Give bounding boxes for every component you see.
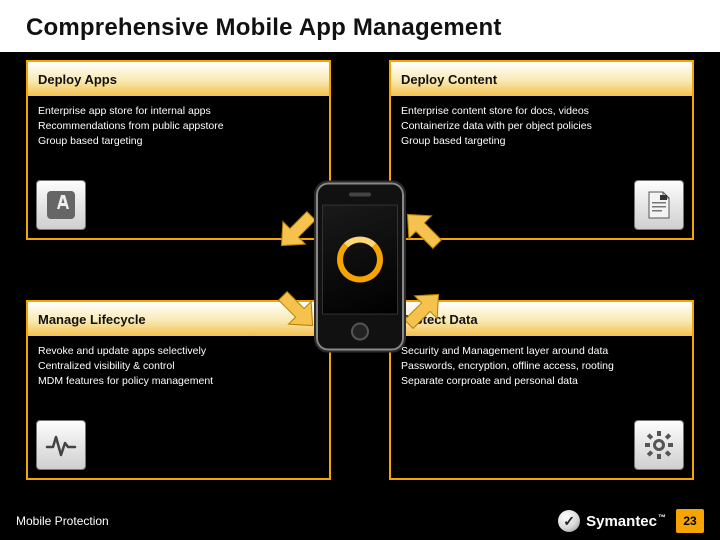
gear-icon	[634, 420, 684, 470]
check-circle-icon: ✓	[558, 510, 580, 532]
panel-body: Enterprise content store for docs, video…	[391, 96, 692, 158]
panel-body: Revoke and update apps selectively Centr…	[28, 336, 329, 398]
slide-stage: Deploy Apps Enterprise app store for int…	[26, 60, 694, 480]
slide-footer: Mobile Protection ✓ Symantec™ 23	[0, 502, 720, 540]
brand-logo: ✓ Symantec™	[558, 510, 666, 532]
phone-graphic	[314, 181, 406, 353]
panel-body: Security and Management layer around dat…	[391, 336, 692, 398]
slide-title: Comprehensive Mobile App Management	[0, 0, 720, 52]
footer-left: Mobile Protection	[16, 514, 109, 528]
panel-heading: Deploy Apps	[28, 62, 329, 96]
panel-body: Enterprise app store for internal apps R…	[28, 96, 329, 158]
panel-protect-data: Protect Data Security and Management lay…	[389, 300, 694, 480]
pulse-icon	[36, 420, 86, 470]
panel-heading: Deploy Content	[391, 62, 692, 96]
appstore-icon	[36, 180, 86, 230]
document-icon	[634, 180, 684, 230]
page-number: 23	[676, 509, 704, 533]
ring-icon	[337, 237, 383, 283]
